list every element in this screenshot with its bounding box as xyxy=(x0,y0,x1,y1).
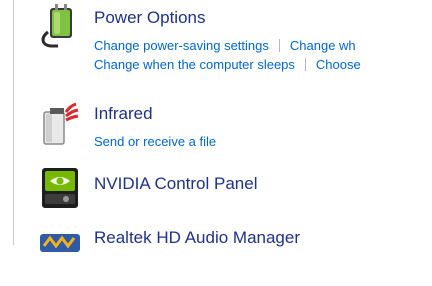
power-options-icon[interactable] xyxy=(36,4,84,52)
nvidia-icon[interactable] xyxy=(36,164,84,212)
power-options-links-row-1: Change power-saving settings Change wh xyxy=(94,36,361,55)
power-options-links-row-2: Change when the computer sleeps Choose xyxy=(94,55,361,74)
infrared-item: Infrared Send or receive a file xyxy=(14,100,432,160)
power-options-item: Power Options Change power-saving settin… xyxy=(14,4,432,72)
power-options-title[interactable]: Power Options xyxy=(94,8,206,28)
nvidia-item: NVIDIA Control Panel xyxy=(14,164,432,224)
power-options-links: Change power-saving settings Change wh C… xyxy=(94,36,361,74)
change-what-link[interactable]: Change wh xyxy=(290,36,356,55)
infrared-icon[interactable] xyxy=(36,100,84,148)
choose-link[interactable]: Choose xyxy=(316,55,361,74)
infrared-title[interactable]: Infrared xyxy=(94,104,153,124)
realtek-audio-icon[interactable] xyxy=(36,228,84,276)
nvidia-title[interactable]: NVIDIA Control Panel xyxy=(94,174,257,194)
realtek-item: Realtek HD Audio Manager xyxy=(14,226,432,286)
change-when-sleeps-link[interactable]: Change when the computer sleeps xyxy=(94,55,295,74)
realtek-title[interactable]: Realtek HD Audio Manager xyxy=(94,228,300,248)
infrared-links: Send or receive a file xyxy=(94,132,216,151)
control-panel-list: Power Options Change power-saving settin… xyxy=(13,0,432,252)
send-receive-file-link[interactable]: Send or receive a file xyxy=(94,132,216,151)
change-power-saving-link[interactable]: Change power-saving settings xyxy=(94,36,269,55)
link-separator xyxy=(278,39,280,52)
infrared-links-row: Send or receive a file xyxy=(94,132,216,151)
link-separator xyxy=(304,58,306,71)
